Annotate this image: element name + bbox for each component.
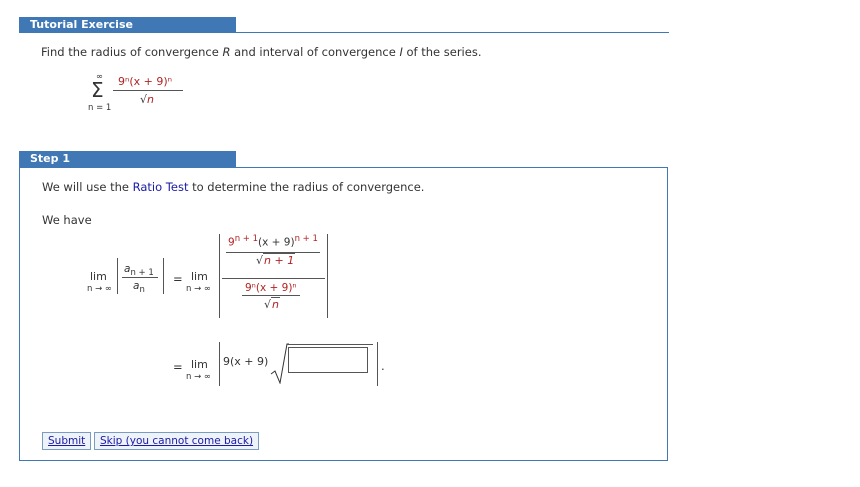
we-have-label: We have [42, 213, 92, 227]
step1-intro: We will use the Ratio Test to determine … [42, 180, 424, 194]
equals-1: = [173, 272, 183, 286]
intro-text-1: We will use the [42, 180, 133, 194]
abs-bar-left-3 [219, 342, 220, 386]
sqrt-overline [287, 344, 373, 345]
big-numerator-bottom: √n + 1 [256, 253, 296, 267]
submit-button[interactable]: Submit [42, 432, 92, 450]
series-denominator: √n [140, 93, 154, 106]
ratio-fraction-bar [122, 277, 158, 278]
lim-sub-1: n → ∞ [87, 284, 112, 294]
a-n: an [133, 280, 145, 295]
abs-bar-right-3 [377, 342, 378, 386]
problem-text-2: and interval of convergence [230, 45, 400, 59]
big-denominator-bottom: √n [264, 297, 280, 311]
big-denominator-top: 9ⁿ(x + 9)ⁿ [245, 282, 297, 294]
tutorial-header: Tutorial Exercise [19, 17, 236, 33]
lim-sub-2: n → ∞ [186, 284, 211, 294]
big-num-exp: n + 1 [234, 234, 259, 244]
sqrt-icon: √ [256, 254, 264, 267]
period: . [381, 359, 385, 373]
sqrt-icon: √ [264, 298, 272, 311]
skip-button[interactable]: Skip (you cannot come back) [94, 432, 260, 450]
answer-input[interactable] [288, 347, 368, 373]
lim-label-3: lim [191, 358, 208, 371]
abs-bar-left-1 [117, 258, 118, 294]
step1-box [19, 167, 668, 461]
root-arg-1: n + 1 [264, 254, 295, 267]
sqrt-icon: √ [140, 93, 148, 106]
big-num-rest: (x + 9) [258, 236, 295, 249]
ratio-test-link[interactable]: Ratio Test [133, 180, 189, 194]
lim-label-2: lim [191, 270, 208, 283]
big-num-exp2: n + 1 [294, 234, 318, 244]
series-numerator: 9ⁿ(x + 9)ⁿ [118, 75, 173, 88]
step1-header: Step 1 [19, 151, 236, 167]
inner-fraction-bar-bottom [242, 295, 300, 296]
lim-sub-3: n → ∞ [186, 372, 211, 382]
series-den-var: n [147, 93, 154, 106]
equals-2: = [173, 360, 183, 374]
sqrt-icon [270, 343, 289, 384]
root-arg-2: n [272, 298, 279, 311]
big-numerator-top: 9n + 1(x + 9)n + 1 [228, 234, 318, 249]
a-bot-sub: n [139, 285, 145, 296]
sum-lower-limit: n = 1 [88, 103, 112, 113]
problem-statement: Find the radius of convergence R and int… [41, 45, 481, 59]
sum-symbol: Σ [91, 78, 104, 102]
line2-expression: 9(x + 9) [223, 355, 269, 368]
lim-label-1: lim [90, 270, 107, 283]
series-fraction-bar [113, 90, 183, 91]
problem-text-1: Find the radius of convergence [41, 45, 223, 59]
big-num-9: 9 [228, 236, 235, 249]
problem-text-3: of the series. [402, 45, 482, 59]
abs-bar-left-2 [219, 234, 220, 318]
intro-text-2: to determine the radius of convergence. [188, 180, 425, 194]
big-fraction-bar [222, 278, 325, 279]
abs-bar-right-2 [327, 234, 328, 318]
a-n-plus-1: an + 1 [124, 263, 154, 278]
tutorial-header-rule [19, 32, 669, 33]
abs-bar-right-1 [163, 258, 164, 294]
